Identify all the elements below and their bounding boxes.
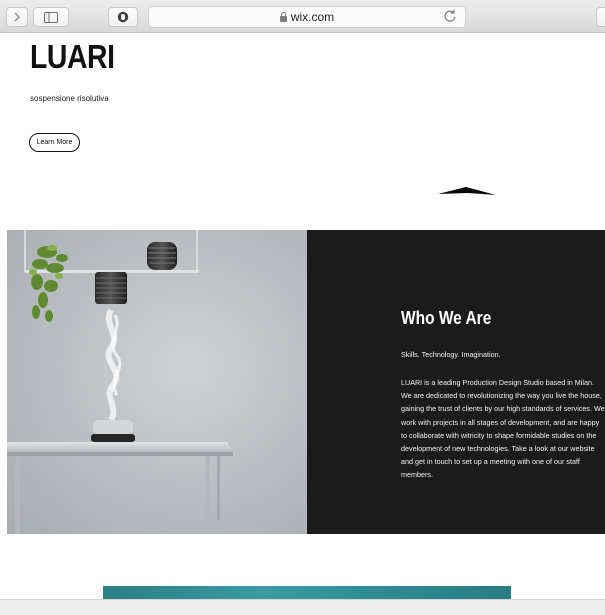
privacy-button[interactable] (108, 7, 138, 27)
back-button[interactable] (6, 7, 28, 27)
sidebar-icon (44, 11, 58, 23)
toolbar-button[interactable] (596, 7, 605, 27)
site-logo-text[interactable]: LUARI (30, 38, 115, 76)
lamp-illustration (7, 230, 233, 534)
browser-toolbar: wix.com (0, 0, 605, 33)
product-photo (7, 230, 307, 534)
learn-more-button[interactable]: Learn More (29, 133, 80, 152)
section-body: LUARI is a leading Production Design Stu… (401, 378, 605, 480)
about-panel: Who We Are Skills. Technology. Imaginati… (307, 230, 605, 534)
tagline: sospensione risolutiva (30, 94, 109, 103)
section-title: Who We Are (401, 308, 492, 328)
sidebar-toggle-button[interactable] (33, 7, 69, 27)
shield-icon (117, 11, 129, 23)
reload-icon[interactable] (442, 8, 458, 24)
next-section-image (103, 586, 511, 600)
section-subtitle: Skills. Technology. Imagination. (401, 350, 501, 359)
browser-bottom-bar (0, 599, 605, 615)
lock-icon (279, 12, 287, 22)
address-bar[interactable]: wix.com (148, 6, 466, 28)
back-icon (14, 12, 20, 22)
url-text: wix.com (290, 10, 335, 24)
decorative-wedge (438, 187, 496, 195)
